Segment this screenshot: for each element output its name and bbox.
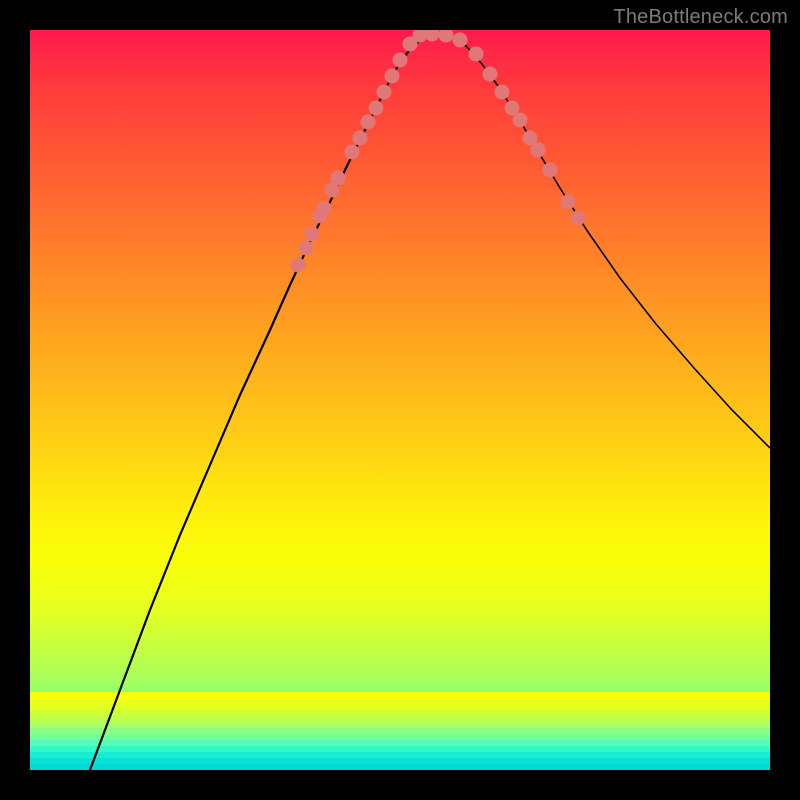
dot-marker [439, 30, 454, 43]
dot-marker [495, 85, 510, 100]
dot-marker [369, 101, 384, 116]
dot-marker [571, 211, 586, 226]
curve-layer [30, 30, 770, 770]
dot-marker [353, 131, 368, 146]
dot-marker [361, 115, 376, 130]
dot-marker [483, 67, 498, 82]
dot-marker [543, 163, 558, 178]
dot-marker [561, 195, 576, 210]
dot-marker [317, 201, 332, 216]
right-curve [450, 34, 770, 448]
dot-marker [377, 85, 392, 100]
dot-marker [291, 258, 306, 273]
dot-marker [469, 47, 484, 62]
dot-marker [413, 30, 428, 43]
dot-marker [425, 30, 440, 42]
dot-marker [505, 101, 520, 116]
dot-marker [385, 69, 400, 84]
dot-marker [523, 131, 538, 146]
curve-dots [291, 30, 586, 273]
dot-marker [531, 143, 546, 158]
watermark-text: TheBottleneck.com [613, 6, 788, 29]
dot-marker [299, 241, 314, 256]
dot-marker [403, 37, 418, 52]
dot-marker [345, 145, 360, 160]
dot-marker [313, 209, 328, 224]
dot-marker [513, 113, 528, 128]
chart-frame: TheBottleneck.com [0, 0, 800, 800]
left-curve [90, 34, 430, 770]
dot-marker [325, 183, 340, 198]
dot-marker [453, 33, 468, 48]
dot-marker [393, 53, 408, 68]
dot-marker [305, 227, 320, 242]
bottom-stripes [30, 692, 770, 770]
dot-marker [331, 171, 346, 186]
plot-area [30, 30, 770, 770]
